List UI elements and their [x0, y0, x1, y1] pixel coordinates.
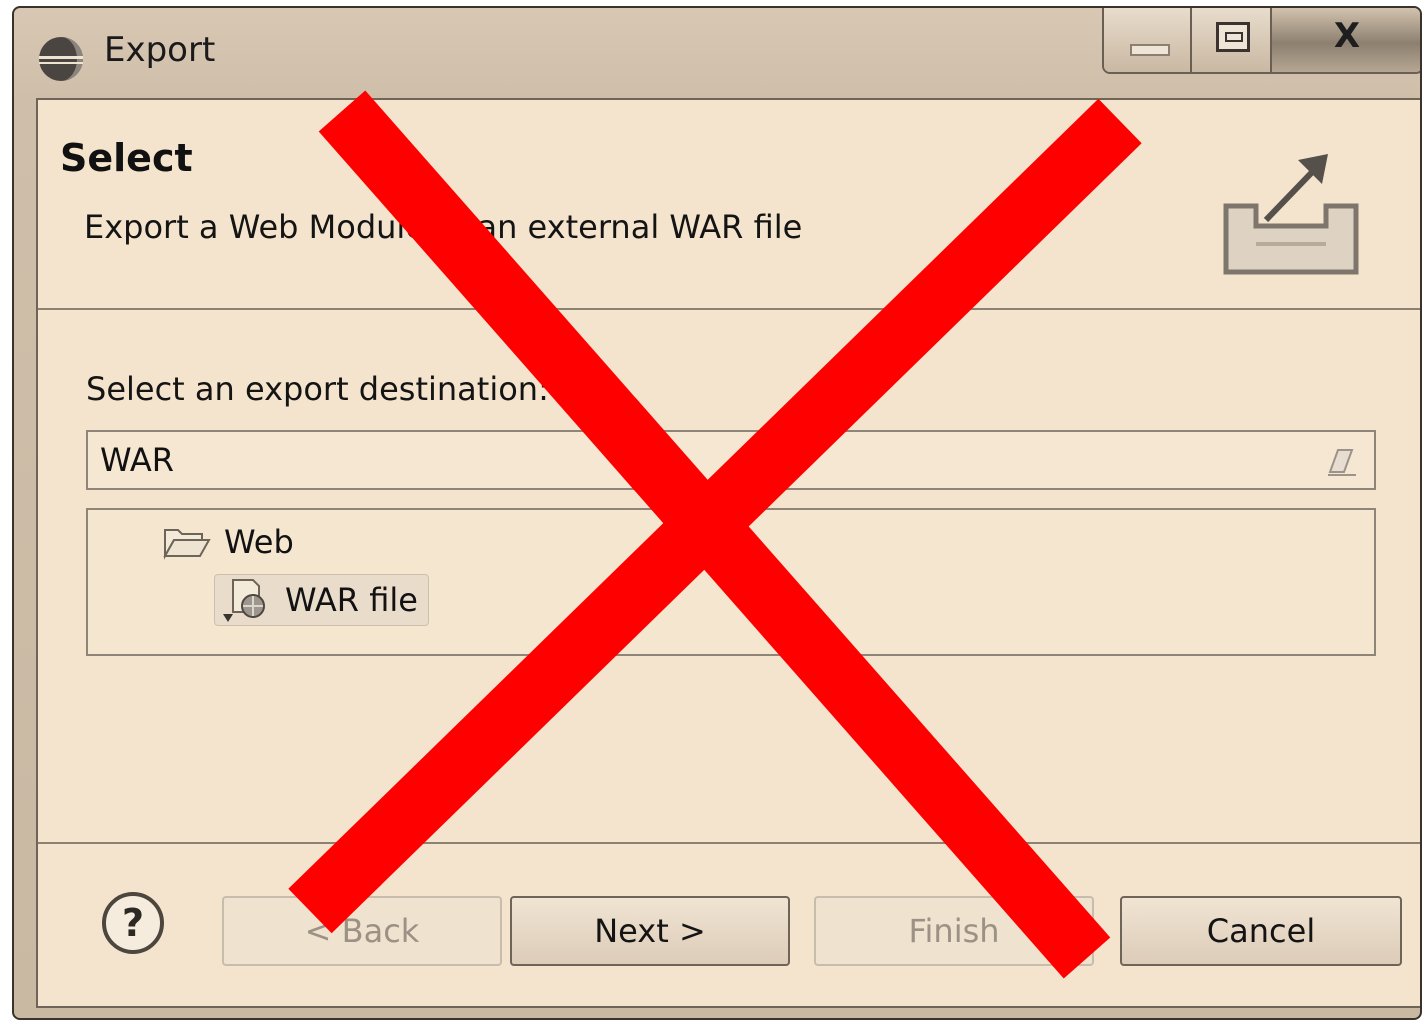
- tree-item-war-file[interactable]: WAR file: [214, 574, 429, 626]
- footer-separator: [38, 842, 1420, 844]
- wizard-tree: Web WAR file: [86, 508, 1376, 656]
- destination-label: Select an export destination:: [86, 370, 549, 408]
- maximize-button[interactable]: [1192, 8, 1272, 72]
- window-title: Export: [104, 30, 216, 70]
- dialog-client-area: Select Export a Web Module to an externa…: [36, 98, 1420, 1008]
- cancel-button[interactable]: Cancel: [1120, 896, 1402, 966]
- next-button[interactable]: Next >: [510, 896, 790, 966]
- filter-input[interactable]: [100, 438, 1300, 482]
- minimize-icon: [1130, 44, 1170, 56]
- tree-item-label: Web: [224, 523, 294, 561]
- clear-eraser-icon[interactable]: [1324, 442, 1360, 478]
- eclipse-app-icon: [39, 37, 83, 81]
- filter-field[interactable]: [86, 430, 1376, 490]
- tree-item-web[interactable]: Web: [162, 520, 294, 564]
- folder-open-icon: [163, 529, 211, 560]
- title-bar[interactable]: Export X: [14, 8, 1420, 96]
- tree-item-label: WAR file: [285, 581, 418, 619]
- war-file-icon: [223, 579, 265, 622]
- window-controls: X: [1102, 8, 1420, 74]
- back-button[interactable]: < Back: [222, 896, 502, 966]
- maximize-icon: [1216, 22, 1250, 52]
- page-description: Export a Web Module to an external WAR f…: [84, 208, 803, 246]
- export-dialog-window: Export X Select Export a Web Module to a…: [12, 6, 1422, 1020]
- page-title: Select: [60, 136, 193, 180]
- export-icon: [1223, 154, 1359, 275]
- close-icon: X: [1333, 16, 1361, 56]
- help-icon[interactable]: ?: [100, 890, 166, 956]
- finish-button[interactable]: Finish: [814, 896, 1094, 966]
- close-button[interactable]: X: [1272, 8, 1420, 72]
- minimize-button[interactable]: [1104, 8, 1192, 72]
- svg-text:?: ?: [122, 901, 144, 945]
- wizard-header: Select Export a Web Module to an externa…: [38, 100, 1420, 310]
